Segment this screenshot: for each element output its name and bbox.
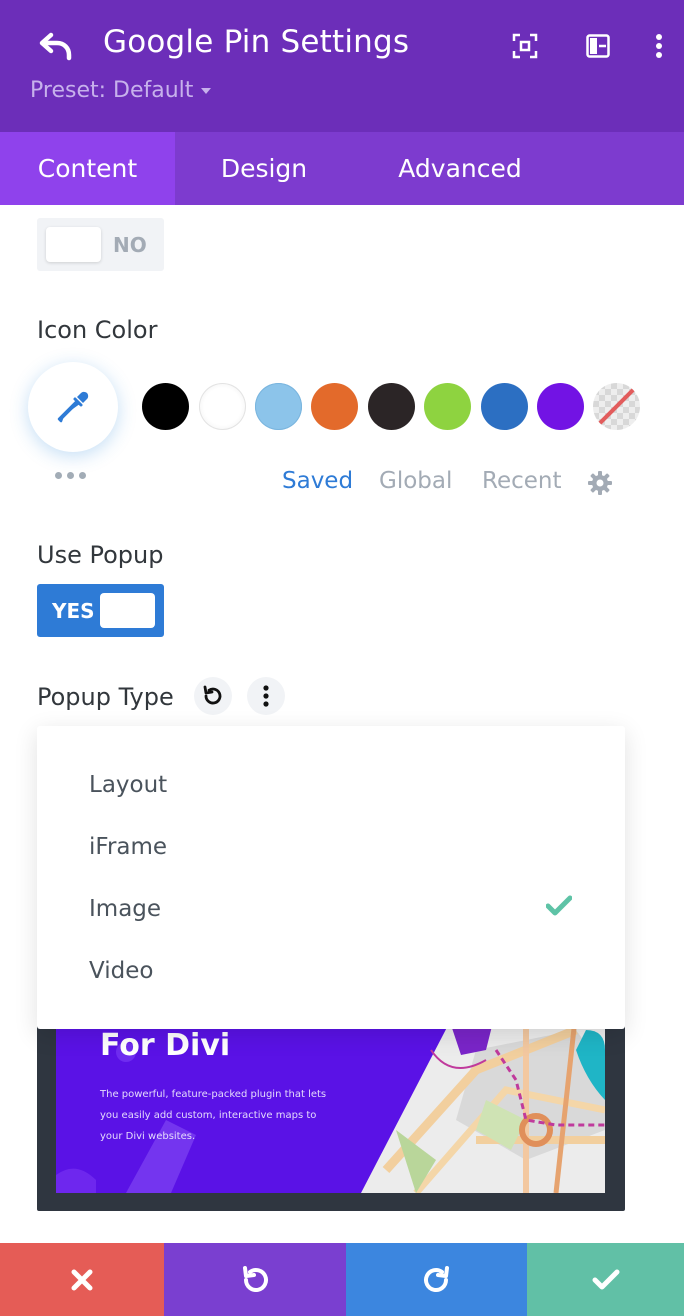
popup-option-image[interactable]: Image bbox=[89, 896, 161, 922]
popup-option-layout[interactable]: Layout bbox=[89, 772, 167, 798]
page-title: Google Pin Settings bbox=[103, 24, 410, 60]
color-swatch-light-blue[interactable] bbox=[255, 383, 302, 430]
popup-option-video[interactable]: Video bbox=[89, 958, 153, 984]
eyedropper-icon bbox=[57, 391, 89, 423]
popup-type-dropdown: Layout iFrame Image Video bbox=[37, 726, 625, 1029]
field-options-button[interactable] bbox=[247, 677, 285, 715]
close-icon bbox=[71, 1269, 93, 1290]
preset-selector[interactable]: Preset: Default bbox=[30, 78, 212, 103]
color-swatch-white[interactable] bbox=[199, 383, 246, 430]
popup-type-label: Popup Type bbox=[37, 683, 174, 711]
color-tab-recent[interactable]: Recent bbox=[482, 468, 562, 494]
undo-icon bbox=[243, 1265, 268, 1292]
fullscreen-button[interactable] bbox=[507, 28, 543, 64]
top-toggle-switch[interactable]: NO bbox=[37, 218, 164, 271]
color-tab-global[interactable]: Global bbox=[379, 468, 452, 494]
toggle-state-label: YES bbox=[52, 599, 95, 623]
tab-advanced[interactable]: Advanced bbox=[353, 132, 567, 205]
color-swatch-blue[interactable] bbox=[481, 383, 528, 430]
tab-design[interactable]: Design bbox=[175, 132, 353, 205]
settings-tabs: Content Design Advanced bbox=[0, 132, 684, 205]
cancel-button[interactable] bbox=[0, 1243, 164, 1316]
kebab-menu-icon bbox=[263, 685, 269, 707]
popup-option-iframe[interactable]: iFrame bbox=[89, 834, 167, 860]
redo-button[interactable] bbox=[346, 1243, 527, 1316]
focus-frame-icon bbox=[512, 33, 538, 59]
color-tab-saved[interactable]: Saved bbox=[282, 468, 353, 494]
color-swatch-dark-gray[interactable] bbox=[368, 383, 415, 430]
split-view-button[interactable] bbox=[580, 28, 616, 64]
tab-content[interactable]: Content bbox=[0, 132, 175, 205]
color-swatch-orange[interactable] bbox=[311, 383, 358, 430]
redo-icon bbox=[423, 1265, 449, 1292]
checkmark-icon bbox=[592, 1269, 619, 1289]
color-swatch-green[interactable] bbox=[424, 383, 471, 430]
undo-arrow-icon bbox=[39, 32, 72, 61]
dot bbox=[55, 471, 62, 479]
image-preview: For Divi The powerful, feature-packed pl… bbox=[37, 1000, 625, 1211]
use-popup-label: Use Popup bbox=[37, 541, 164, 569]
dot bbox=[67, 471, 74, 479]
sidebar-layout-icon bbox=[586, 34, 610, 58]
reset-button[interactable] bbox=[194, 677, 232, 715]
color-swatch-purple[interactable] bbox=[537, 383, 584, 430]
action-bar bbox=[0, 1243, 684, 1316]
more-options-button[interactable] bbox=[641, 28, 677, 64]
dot bbox=[79, 471, 86, 479]
toggle-state-label: NO bbox=[113, 233, 147, 257]
icon-color-label: Icon Color bbox=[37, 316, 158, 344]
preview-banner: For Divi The powerful, feature-packed pl… bbox=[56, 1010, 605, 1193]
more-colors-button[interactable] bbox=[55, 468, 91, 482]
checkmark-icon bbox=[546, 895, 572, 916]
kebab-menu-icon bbox=[656, 34, 662, 58]
toggle-knob bbox=[46, 227, 101, 262]
color-swatch-clear[interactable] bbox=[593, 383, 640, 430]
settings-header: Google Pin Settings Preset: Default bbox=[0, 0, 684, 132]
color-swatch-black[interactable] bbox=[142, 383, 189, 430]
undo-button[interactable] bbox=[164, 1243, 346, 1316]
use-popup-toggle[interactable]: YES bbox=[37, 584, 164, 637]
color-picker-button[interactable] bbox=[28, 362, 118, 452]
back-button[interactable] bbox=[36, 28, 76, 64]
reset-icon bbox=[203, 685, 222, 705]
toggle-knob bbox=[100, 593, 155, 628]
banner-title: For Divi bbox=[100, 1028, 231, 1063]
save-button[interactable] bbox=[527, 1243, 684, 1316]
caret-down-icon bbox=[201, 87, 212, 94]
preset-label: Preset: Default bbox=[30, 78, 194, 103]
banner-description: The powerful, feature-packed plugin that… bbox=[100, 1089, 327, 1142]
gear-icon[interactable] bbox=[587, 470, 613, 496]
